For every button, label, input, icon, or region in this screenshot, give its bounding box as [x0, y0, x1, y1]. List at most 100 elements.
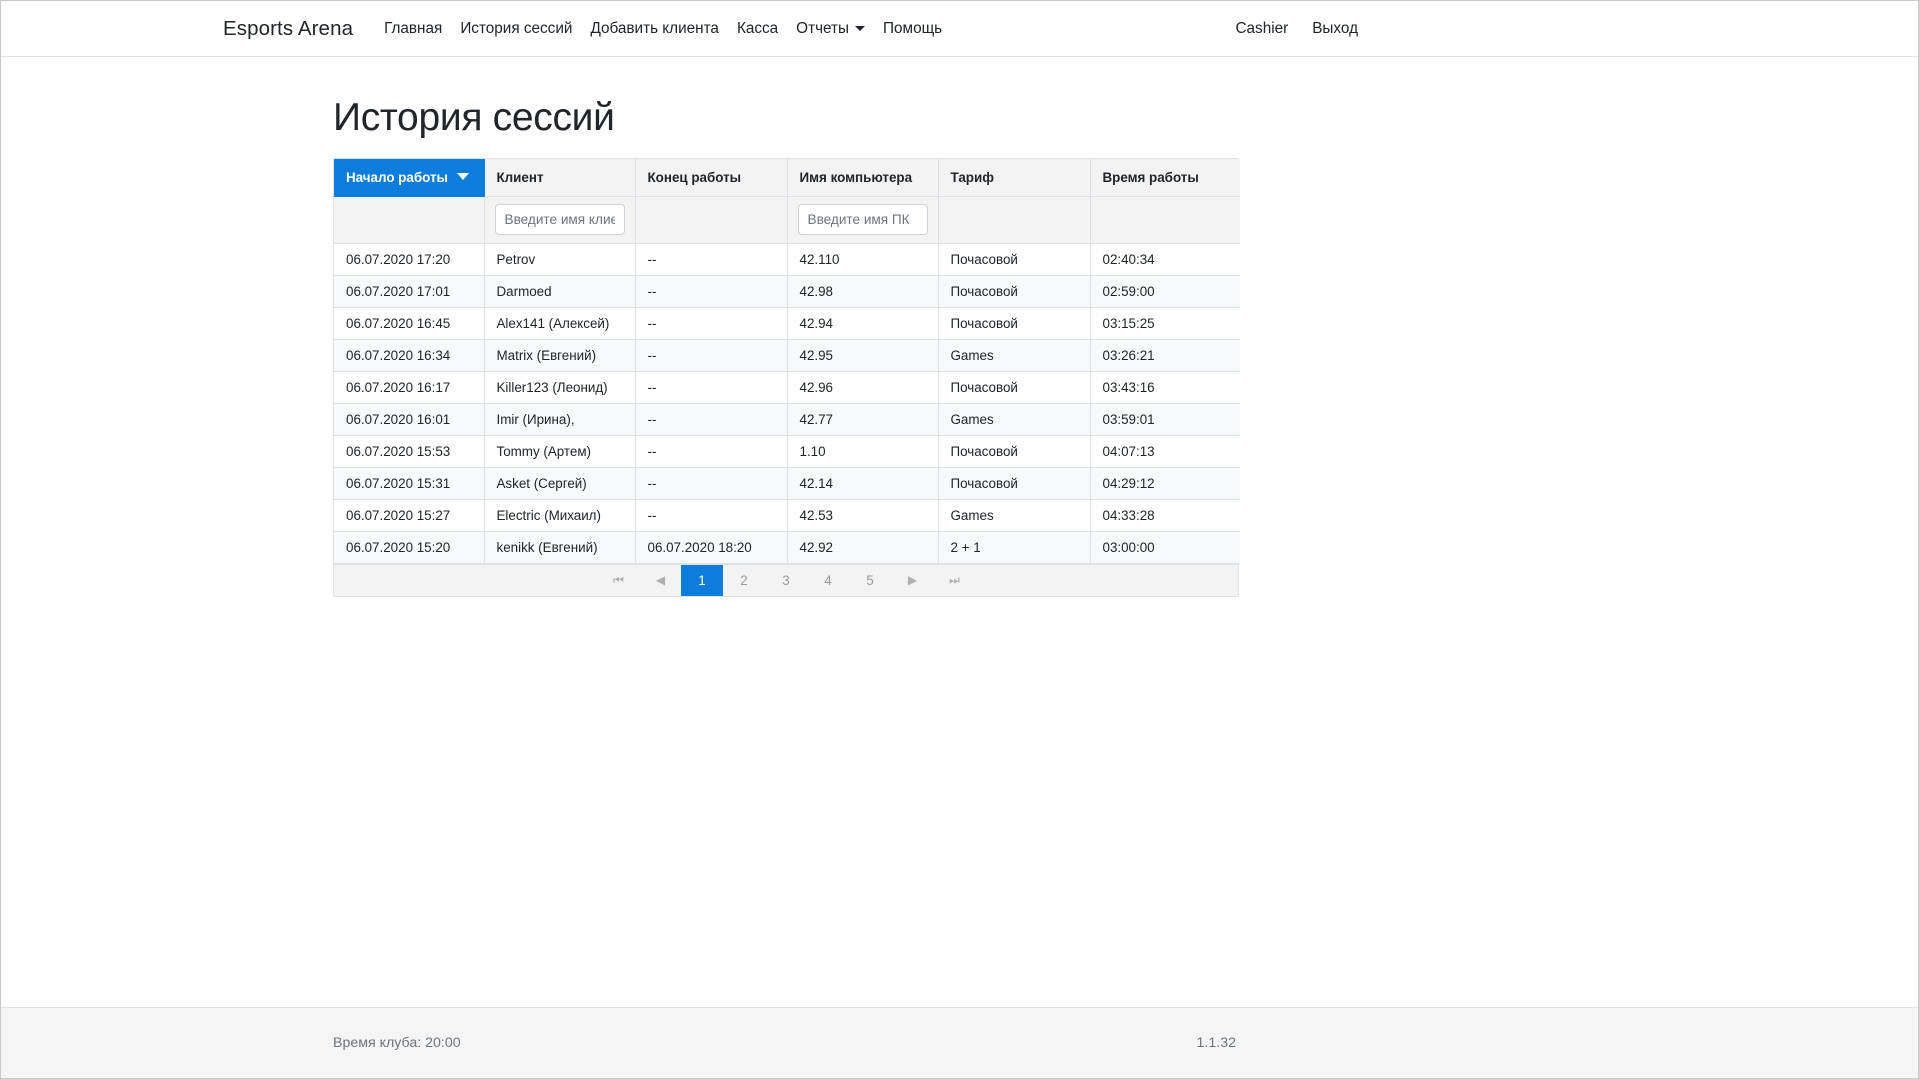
pagination-page-5[interactable]: 5 [849, 565, 891, 596]
cell-start-time: 06.07.2020 16:17 [334, 371, 484, 403]
filter-cell-client [484, 196, 635, 243]
cell-start-time: 06.07.2020 15:53 [334, 435, 484, 467]
pc-filter-input[interactable] [798, 204, 928, 235]
sessions-table: Начало работы Клиент Конец работы Имя ко… [334, 159, 1240, 564]
cell-computer-name: 42.94 [787, 307, 938, 339]
nav-home-label: Главная [384, 20, 442, 38]
table-row[interactable]: 06.07.2020 16:34Matrix (Евгений)--42.95G… [334, 339, 1240, 371]
cell-duration: 02:40:34 [1090, 243, 1240, 275]
brand-logo[interactable]: Esports Arena [223, 17, 353, 41]
cell-end-time: -- [635, 275, 787, 307]
table-row[interactable]: 06.07.2020 16:45Alex141 (Алексей)--42.94… [334, 307, 1240, 339]
column-header-tariff-label: Тариф [951, 170, 994, 185]
column-header-start-time[interactable]: Начало работы [334, 159, 484, 197]
cell-tariff: Почасовой [938, 243, 1090, 275]
cell-end-time: -- [635, 243, 787, 275]
cell-tariff: Почасовой [938, 371, 1090, 403]
pagination-page-2[interactable]: 2 [723, 565, 765, 596]
pagination-prev-button[interactable]: ◀ [639, 565, 681, 596]
nav-help-label: Помощь [883, 20, 942, 38]
nav-session-history-label: История сессий [460, 20, 572, 38]
navbar-right-group: Cashier Выход [1224, 20, 1371, 38]
cell-tariff: Games [938, 339, 1090, 371]
nav-add-client[interactable]: Добавить клиента [581, 20, 728, 38]
cell-client: kenikk (Евгений) [484, 531, 635, 563]
pagination-page-1[interactable]: 1 [681, 565, 723, 596]
cell-end-time: -- [635, 339, 787, 371]
column-header-tariff[interactable]: Тариф [938, 159, 1090, 197]
cell-client: Matrix (Евгений) [484, 339, 635, 371]
app-version-label: 1.1.32 [1197, 1035, 1236, 1051]
table-header-row: Начало работы Клиент Конец работы Имя ко… [334, 159, 1240, 197]
cell-end-time: -- [635, 403, 787, 435]
primary-nav: Главная История сессий Добавить клиента … [375, 20, 951, 38]
cell-duration: 03:43:16 [1090, 371, 1240, 403]
cell-start-time: 06.07.2020 15:27 [334, 499, 484, 531]
pagination-page-3[interactable]: 3 [765, 565, 807, 596]
app-window: Esports Arena Главная История сессий Доб… [0, 0, 1919, 1079]
cell-duration: 03:00:00 [1090, 531, 1240, 563]
filter-cell-computer-name [787, 196, 938, 243]
cell-computer-name: 42.96 [787, 371, 938, 403]
nav-session-history[interactable]: История сессий [451, 20, 581, 38]
table-row[interactable]: 06.07.2020 17:20Petrov--42.110Почасовой0… [334, 243, 1240, 275]
logout-link[interactable]: Выход [1300, 20, 1370, 38]
cell-computer-name: 42.53 [787, 499, 938, 531]
table-head: Начало работы Клиент Конец работы Имя ко… [334, 159, 1240, 197]
nav-help[interactable]: Помощь [874, 20, 951, 38]
filter-cell-tariff [938, 196, 1090, 243]
table-row[interactable]: 06.07.2020 15:31Asket (Сергей)--42.14Поч… [334, 467, 1240, 499]
filter-row-body [334, 196, 1240, 243]
table-row[interactable]: 06.07.2020 15:27Electric (Михаил)--42.53… [334, 499, 1240, 531]
table-body: 06.07.2020 17:20Petrov--42.110Почасовой0… [334, 243, 1240, 563]
club-time-label: Время клуба: 20:00 [333, 1035, 461, 1051]
cell-client: Darmoed [484, 275, 635, 307]
column-header-computer-name[interactable]: Имя компьютера [787, 159, 938, 197]
table-row[interactable]: 06.07.2020 16:01Imir (Ирина),--42.77Game… [334, 403, 1240, 435]
cell-start-time: 06.07.2020 16:34 [334, 339, 484, 371]
pagination-first-button[interactable]: ⏮ [597, 565, 639, 596]
sessions-table-container: Начало работы Клиент Конец работы Имя ко… [333, 158, 1239, 597]
client-filter-input[interactable] [495, 204, 625, 235]
cell-client: Petrov [484, 243, 635, 275]
column-header-duration[interactable]: Время работы [1090, 159, 1240, 197]
pagination-last-button[interactable]: ⏭ [933, 565, 975, 596]
cell-duration: 04:29:12 [1090, 467, 1240, 499]
nav-cashbox[interactable]: Касса [728, 20, 787, 38]
cell-duration: 03:26:21 [1090, 339, 1240, 371]
top-navbar: Esports Arena Главная История сессий Доб… [1, 1, 1918, 57]
nav-home[interactable]: Главная [375, 20, 451, 38]
cell-computer-name: 42.77 [787, 403, 938, 435]
cell-client: Killer123 (Леонид) [484, 371, 635, 403]
pagination-next-button[interactable]: ▶ [891, 565, 933, 596]
column-header-end-time-label: Конец работы [648, 170, 742, 185]
cell-computer-name: 42.98 [787, 275, 938, 307]
cell-tariff: Почасовой [938, 467, 1090, 499]
cell-tariff: Почасовой [938, 307, 1090, 339]
column-header-client[interactable]: Клиент [484, 159, 635, 197]
cell-end-time: -- [635, 371, 787, 403]
table-row[interactable]: 06.07.2020 15:20kenikk (Евгений)06.07.20… [334, 531, 1240, 563]
cell-end-time: 06.07.2020 18:20 [635, 531, 787, 563]
content-container: История сессий Начало работы Клиент [333, 57, 1239, 597]
current-user[interactable]: Cashier [1224, 20, 1301, 38]
table-row[interactable]: 06.07.2020 15:53Tommy (Артем)--1.10Почас… [334, 435, 1240, 467]
cell-tariff: Почасовой [938, 435, 1090, 467]
pagination-page-4[interactable]: 4 [807, 565, 849, 596]
column-header-start-time-label: Начало работы [346, 170, 448, 185]
column-header-computer-name-label: Имя компьютера [800, 170, 913, 185]
cell-duration: 02:59:00 [1090, 275, 1240, 307]
table-row[interactable]: 06.07.2020 16:17Killer123 (Леонид)--42.9… [334, 371, 1240, 403]
cell-tariff: Games [938, 403, 1090, 435]
cell-client: Alex141 (Алексей) [484, 307, 635, 339]
column-header-duration-label: Время работы [1103, 170, 1199, 185]
table-row[interactable]: 06.07.2020 17:01Darmoed--42.98Почасовой0… [334, 275, 1240, 307]
nav-reports[interactable]: Отчеты [787, 20, 874, 38]
nav-reports-label: Отчеты [796, 20, 849, 38]
cell-duration: 04:07:13 [1090, 435, 1240, 467]
cell-duration: 04:33:28 [1090, 499, 1240, 531]
column-header-client-label: Клиент [497, 170, 544, 185]
column-header-end-time[interactable]: Конец работы [635, 159, 787, 197]
sort-desc-arrow-icon [457, 173, 469, 180]
cell-tariff: 2 + 1 [938, 531, 1090, 563]
